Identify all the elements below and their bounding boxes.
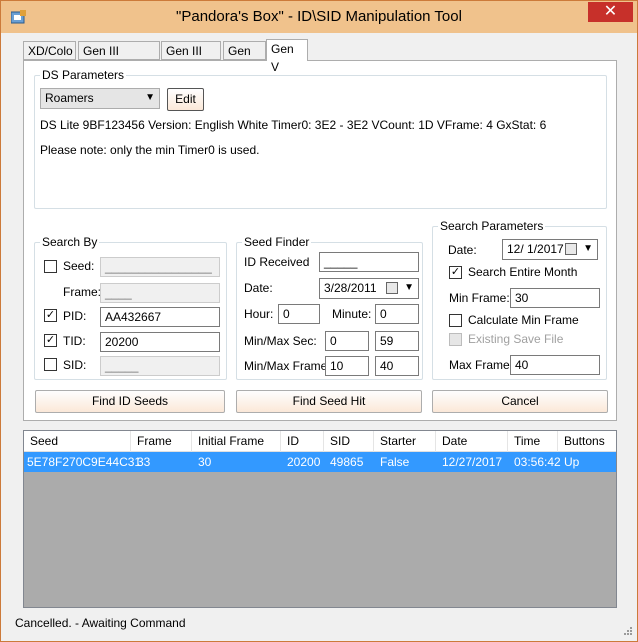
tab-gen4[interactable]: Gen IV [223, 41, 266, 76]
column-header-buttons[interactable]: Buttons [558, 431, 616, 452]
min-sec-field[interactable]: 0 [325, 331, 369, 351]
search-max-frame-field[interactable]: 40 [510, 355, 600, 375]
chevron-down-icon: ▼ [404, 282, 414, 293]
calendar-icon [386, 282, 398, 294]
hour-label: Hour: [244, 307, 274, 321]
column-header-time[interactable]: Time [508, 431, 558, 452]
close-button[interactable]: ✕ [588, 2, 633, 22]
profile-select[interactable]: Roamers ▼ [40, 88, 160, 109]
seed-finder-label: Seed Finder [242, 235, 312, 249]
gen5-panel: DS Parameters Roamers ▼ Edit DS Lite 9BF… [23, 60, 617, 421]
max-sec-field[interactable]: 59 [375, 331, 419, 351]
search-date-picker[interactable]: 12/ 1/2017 ▼ [502, 239, 598, 260]
cell-seed: 5E78F270C9E44C31 [27, 455, 142, 469]
column-header-starter[interactable]: Starter [374, 431, 436, 452]
column-header-id[interactable]: ID [281, 431, 324, 452]
cell-initial-frame: 30 [198, 455, 212, 469]
seed-date-label: Date: [244, 281, 273, 295]
tab-gen3-frlge[interactable]: Gen III FRLGE [78, 41, 160, 76]
ds-info-text: DS Lite 9BF123456 Version: English White… [40, 118, 547, 132]
tab-gen3-rs[interactable]: Gen III RS [161, 41, 221, 76]
minmax-sec-label: Min/Max Sec: [244, 334, 317, 348]
id-received-field[interactable]: _____ [319, 252, 419, 272]
timer-note: Please note: only the min Timer0 is used… [40, 143, 260, 157]
cell-sid: 49865 [330, 455, 364, 469]
column-header-frame[interactable]: Frame [131, 431, 192, 452]
cell-buttons: Up [564, 455, 580, 469]
calendar-icon [565, 243, 577, 255]
sid-label: SID: [63, 358, 87, 372]
ds-parameters-group: DS Parameters Roamers ▼ Edit DS Lite 9BF… [34, 68, 607, 209]
status-bar: Cancelled. - Awaiting Command [1, 611, 637, 641]
results-grid[interactable]: Seed Frame Initial Frame ID SID Starter … [23, 430, 617, 608]
tid-label: TID: [63, 334, 86, 348]
profile-selected: Roamers [45, 91, 94, 105]
find-id-seeds-button[interactable]: Find ID Seeds [35, 390, 225, 413]
close-icon: ✕ [603, 3, 618, 20]
entire-month-label: Search Entire Month [468, 265, 578, 279]
column-header-seed[interactable]: Seed [24, 431, 131, 452]
hour-field[interactable]: 0 [278, 304, 320, 324]
frame-field[interactable]: ____ [100, 283, 220, 303]
column-header-date[interactable]: Date [436, 431, 508, 452]
resize-grip-icon[interactable] [623, 625, 633, 635]
entire-month-checkbox[interactable]: ✓ [449, 266, 462, 279]
seed-field[interactable]: ________________ [100, 257, 220, 277]
search-min-frame-field[interactable]: 30 [510, 288, 600, 308]
seed-finder-group: Seed Finder ID Received _____ Date: 3/28… [236, 235, 423, 380]
min-frame-field[interactable]: 10 [325, 356, 369, 376]
minmax-frame-label: Min/Max Frame: [244, 359, 331, 373]
chevron-down-icon: ▼ [583, 243, 593, 254]
search-date-value: 12/ 1/2017 [507, 242, 564, 256]
grid-header: Seed Frame Initial Frame ID SID Starter … [24, 431, 616, 452]
column-header-sid[interactable]: SID [324, 431, 374, 452]
cell-starter: False [380, 455, 410, 469]
status-text: Cancelled. - Awaiting Command [15, 616, 186, 630]
existing-save-label: Existing Save File [468, 332, 564, 346]
calc-min-frame-label: Calculate Min Frame [468, 313, 579, 327]
tab-xd-colo[interactable]: XD/Colo [23, 41, 76, 60]
cancel-button[interactable]: Cancel [432, 390, 608, 413]
find-seed-hit-button[interactable]: Find Seed Hit [236, 390, 422, 413]
seed-checkbox[interactable] [44, 260, 57, 273]
max-frame-label: Max Frame: [449, 358, 514, 372]
pid-checkbox[interactable]: ✓ [44, 309, 57, 322]
cell-frame: 33 [137, 455, 151, 469]
table-row[interactable]: 5E78F270C9E44C31 33 30 20200 49865 False… [24, 452, 616, 472]
cell-id: 20200 [287, 455, 321, 469]
calc-min-frame-checkbox[interactable] [449, 314, 462, 327]
edit-button[interactable]: Edit [167, 88, 204, 111]
max-frame-field[interactable]: 40 [375, 356, 419, 376]
cell-date: 12/27/2017 [442, 455, 503, 469]
min-frame-label: Min Frame: [449, 291, 510, 305]
window-title: "Pandora's Box" - ID\SID Manipulation To… [176, 8, 462, 25]
minute-field[interactable]: 0 [375, 304, 419, 324]
search-parameters-label: Search Parameters [438, 219, 546, 233]
id-received-label: ID Received [244, 255, 310, 269]
seed-label: Seed: [63, 259, 95, 273]
seed-date-picker[interactable]: 3/28/2011 ▼ [319, 278, 419, 299]
tab-gen5[interactable]: Gen V [266, 39, 308, 74]
pid-field[interactable]: AA432667 [100, 307, 220, 327]
search-by-label: Search By [40, 235, 100, 249]
sid-checkbox[interactable] [44, 358, 57, 371]
main-window: "Pandora's Box" - ID\SID Manipulation To… [0, 0, 638, 642]
search-by-group: Search By Seed: ________________ Frame: … [34, 235, 227, 380]
pid-label: PID: [63, 309, 87, 323]
sid-field[interactable]: _____ [100, 356, 220, 376]
minute-label: Minute: [332, 307, 372, 321]
search-parameters-group: Search Parameters Date: 12/ 1/2017 ▼ ✓ S… [432, 219, 607, 380]
ds-parameters-label: DS Parameters [40, 68, 127, 82]
chevron-down-icon: ▼ [145, 92, 155, 103]
existing-save-checkbox[interactable] [449, 333, 462, 346]
tid-field[interactable]: 20200 [100, 332, 220, 352]
frame-label: Frame: [63, 285, 102, 299]
seed-date-value: 3/28/2011 [324, 281, 377, 295]
search-date-label: Date: [448, 243, 477, 257]
title-bar: "Pandora's Box" - ID\SID Manipulation To… [1, 1, 637, 33]
tid-checkbox[interactable]: ✓ [44, 334, 57, 347]
column-header-initial-frame[interactable]: Initial Frame [192, 431, 281, 452]
cell-time: 03:56:42 [514, 455, 561, 469]
